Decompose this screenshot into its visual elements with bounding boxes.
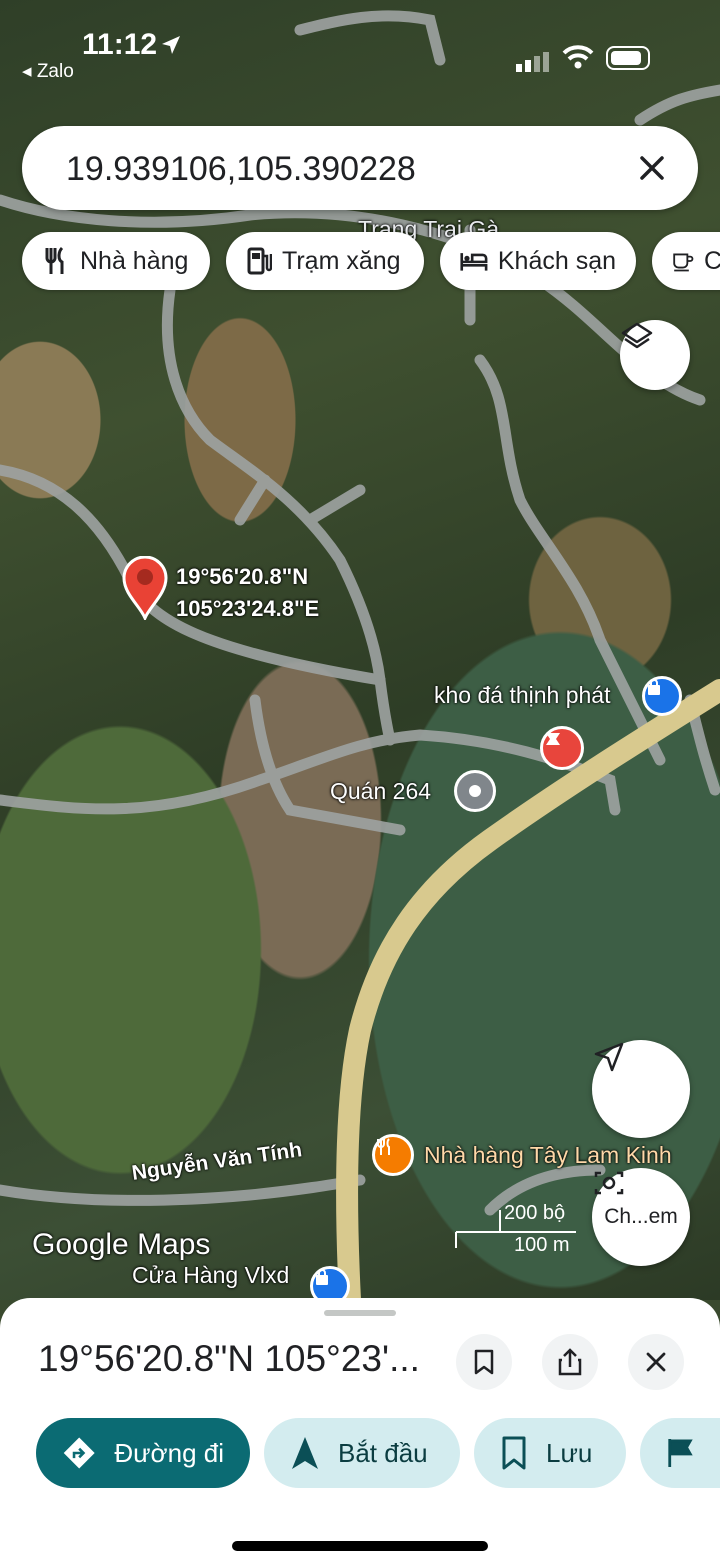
layers-icon [621,322,653,349]
chip-label: Khách sạn [497,246,616,275]
coffee-cup-icon [673,253,694,272]
chip-restaurants[interactable]: Nhà hàng [22,232,210,290]
category-chips: Nhà hàng Trạm xăng Khách sạn C [22,232,720,292]
start-label: Bắt đầu [338,1437,428,1468]
camera-lens-icon [594,1171,624,1195]
bookmark-icon [502,1436,526,1470]
scale-bar: 200 bộ 100 m [452,1202,582,1262]
pin-latitude-label: 19°56'20.8"N [176,564,309,589]
chip-label: Trạm xăng [282,246,401,275]
close-icon [646,1352,666,1372]
poi-label-kho-da[interactable]: kho đá thịnh phát [434,682,610,709]
bookmark-icon [474,1349,494,1375]
poi-label-nha-hang[interactable]: Nhà hàng Tây Lam Kinh [424,1142,672,1169]
my-location-button[interactable] [592,1040,690,1138]
search-input[interactable] [64,144,608,194]
start-button[interactable]: Bắt đầu [264,1418,460,1488]
label-button[interactable] [640,1418,720,1488]
place-dot-icon[interactable] [454,770,496,812]
layers-button[interactable] [620,320,690,390]
fork-knife-icon [45,246,64,274]
google-maps-watermark: Google Maps [32,1228,211,1261]
clear-search-icon[interactable] [630,146,674,190]
flag-icon [668,1439,693,1467]
place-title: 19°56'20.8"N 105°23'... [38,1338,420,1379]
home-indicator [232,1541,488,1551]
wifi-icon [562,45,594,69]
bed-icon [460,253,488,271]
chip-gas-stations[interactable]: Trạm xăng [226,232,424,290]
close-button[interactable] [628,1334,684,1390]
place-bottom-sheet[interactable]: 19°56'20.8"N 105°23'... Đường đi Bắt đầu… [0,1298,720,1565]
directions-label: Đường đi [114,1437,224,1468]
shopping-bag-icon[interactable] [642,676,682,716]
sheet-drag-handle[interactable] [324,1310,396,1316]
location-arrow-icon [162,36,180,54]
search-bar[interactable] [22,126,698,210]
navigation-arrow-icon [594,1042,624,1072]
save-icon-button[interactable] [456,1334,512,1390]
lens-button[interactable]: Ch...em [592,1168,690,1266]
chip-label: C [703,246,720,275]
pin-longitude-label: 105°23'24.8"E [176,596,320,621]
save-label: Lưu [546,1437,593,1468]
status-bar: 11:12 ◂ Zalo [0,0,720,100]
shopping-bag-icon[interactable] [310,1266,350,1300]
back-to-app-link[interactable]: ◂ Zalo [22,60,74,83]
directions-button[interactable]: Đường đi [36,1418,250,1488]
status-time: 11:12 [82,28,158,61]
share-icon [558,1348,582,1376]
directions-icon [63,1437,95,1469]
navigation-icon [292,1437,318,1469]
location-pin[interactable] [122,556,168,620]
restaurant-icon[interactable] [372,1134,414,1176]
battery-icon [606,46,650,70]
poi-label-quan-264[interactable]: Quán 264 [330,778,431,805]
lens-label: Ch...em [604,1205,678,1228]
chip-hotels[interactable]: Khách sạn [440,232,636,290]
chip-coffee[interactable]: C [652,232,720,290]
gas-station-icon [247,247,272,275]
signal-icon [516,52,549,72]
chip-label: Nhà hàng [80,246,189,275]
save-button[interactable]: Lưu [474,1418,626,1488]
share-button[interactable] [542,1334,598,1390]
hardware-store-icon[interactable] [540,726,584,770]
poi-label-cua-hang[interactable]: Cửa Hàng Vlxd [132,1262,289,1289]
